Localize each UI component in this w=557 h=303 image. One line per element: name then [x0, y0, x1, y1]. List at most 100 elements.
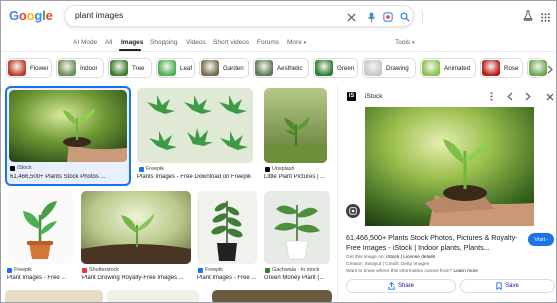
search-box[interactable]: plant images — [64, 5, 423, 27]
visit-button[interactable]: Visit › — [528, 233, 554, 246]
result-image-10[interactable] — [212, 290, 332, 302]
result-card-7[interactable]: Gachwala · In stock Green Money Plant (.… — [264, 189, 334, 285]
chip-thumbnail — [201, 60, 219, 76]
meta-value: Sarayut | Credit: Getty Images — [364, 262, 430, 267]
previous-arrow-icon[interactable] — [504, 91, 515, 102]
preview-image[interactable] — [365, 107, 534, 226]
result-caption-2[interactable]: Plants Images - Free Download on Freepik — [137, 174, 259, 180]
close-icon[interactable] — [544, 91, 555, 102]
result-caption-1[interactable]: 61,466,500+ Plants Stock Photos ... — [10, 174, 110, 180]
lens-icon[interactable] — [381, 10, 395, 24]
result-card-4[interactable]: Freepik Plant Images - Free ... — [5, 189, 75, 285]
chip-aesthetic[interactable]: Aesthetic — [253, 58, 309, 78]
visual-search-lens-icon[interactable] — [346, 204, 360, 218]
chip-flower[interactable]: Flower — [6, 58, 52, 78]
result-image-6[interactable] — [197, 191, 257, 264]
tab-ai-mode[interactable]: AI Mode — [73, 39, 97, 46]
save-label: Save — [505, 283, 519, 289]
share-icon — [388, 282, 395, 290]
result-caption-6[interactable]: Plant Images - Free ... — [197, 275, 257, 281]
gachwala-favicon-icon — [265, 267, 270, 273]
result-caption-4[interactable]: Plant Images - Free ... — [7, 275, 73, 281]
result-card-6[interactable]: Freepik Plant Images - Free ... — [197, 189, 259, 285]
result-source-2: Freepik — [139, 166, 164, 172]
result-image-3[interactable] — [264, 88, 327, 163]
result-image-2[interactable] — [137, 88, 253, 163]
chip-leaf[interactable]: Leaf — [156, 58, 195, 78]
chip-more[interactable] — [527, 58, 547, 78]
chip-garden[interactable]: Garden — [199, 58, 249, 78]
chip-drawing[interactable]: Drawing — [362, 58, 416, 78]
meta-label: Get this image on: — [346, 255, 387, 260]
learn-more-link[interactable]: Learn more — [454, 269, 479, 274]
freepik-favicon-icon — [198, 267, 203, 273]
result-card-5[interactable]: Shutterstock Plant Growing Royalty-Free … — [80, 189, 193, 285]
chevron-down-icon: ▾ — [412, 40, 415, 46]
tab-forums[interactable]: Forums — [257, 39, 279, 46]
result-image-4[interactable] — [7, 191, 73, 264]
next-arrow-icon[interactable] — [522, 91, 533, 102]
chip-thumbnail — [8, 60, 26, 76]
share-label: Share — [397, 283, 414, 289]
chip-thumbnail — [58, 60, 76, 76]
istock-logo: iS — [347, 92, 356, 101]
search-input[interactable]: plant images — [75, 10, 123, 20]
google-logo[interactable]: Google — [9, 8, 53, 23]
unsplash-favicon-icon — [265, 166, 270, 172]
tab-videos[interactable]: Videos — [186, 39, 206, 46]
result-image-8[interactable] — [5, 290, 103, 302]
chip-indoor[interactable]: Indoor — [56, 58, 104, 78]
panel-meta-creator: Creator: Sarayut | Credit: Getty Images — [346, 262, 429, 267]
share-button[interactable]: Share — [346, 279, 456, 293]
save-button[interactable]: Save — [460, 279, 555, 293]
result-source-label: Freepik — [14, 267, 32, 273]
preview-title[interactable]: 61,466,500+ Plants Stock Photos, Picture… — [346, 233, 521, 252]
result-caption-3[interactable]: Little Plant Pictures | ... — [264, 174, 332, 180]
result-image-5[interactable] — [81, 191, 191, 264]
browser-frame: Google plant images AI Mode All Images S… — [0, 0, 557, 303]
tools-button[interactable]: Tools ▾ — [395, 39, 415, 46]
image-preview-panel: iS iStock 61,466,500+ Plants Stock Photo… — [337, 86, 556, 302]
result-image-9[interactable] — [107, 290, 199, 302]
chip-thumbnail — [482, 60, 500, 76]
freepik-favicon-icon — [139, 166, 144, 172]
chip-rose[interactable]: Rose — [480, 58, 523, 78]
logo-letter: e — [45, 8, 53, 23]
close-icon[interactable] — [344, 10, 358, 24]
chip-green[interactable]: Green — [313, 58, 358, 78]
chip-label: Garden — [223, 64, 244, 72]
tab-shopping[interactable]: Shopping — [150, 39, 177, 46]
tab-short-videos[interactable]: Short videos — [213, 39, 249, 46]
tab-more-label: More — [287, 39, 302, 46]
logo-letter: o — [26, 8, 35, 23]
mic-icon[interactable] — [364, 10, 378, 24]
panel-meta-source: Get this image on: iStock | License deta… — [346, 255, 435, 260]
tab-more[interactable]: More ▾ — [287, 39, 306, 46]
result-card-1[interactable]: iStock 61,466,500+ Plants Stock Photos .… — [5, 86, 131, 186]
result-card-2[interactable]: Freepik Plants Images - Free Download on… — [137, 86, 261, 186]
panel-more-options-icon[interactable] — [486, 91, 497, 102]
tab-all[interactable]: All — [105, 39, 112, 46]
apps-grid-icon[interactable] — [541, 9, 550, 27]
chips-scroll-right-icon[interactable] — [544, 62, 556, 76]
freepik-favicon-icon — [7, 267, 12, 273]
result-image-1[interactable] — [9, 90, 127, 162]
shutterstock-favicon-icon — [82, 267, 87, 273]
labs-flask-icon[interactable] — [523, 8, 533, 26]
tab-images[interactable]: Images — [121, 39, 143, 46]
panel-meta-learn: Want to know where this information come… — [346, 269, 478, 274]
visit-label: Visit — [534, 236, 546, 243]
chip-tree[interactable]: Tree — [108, 58, 152, 78]
result-source-label: Freepik — [205, 267, 223, 273]
result-caption-5[interactable]: Plant Growing Royalty-Free Images ... — [82, 275, 192, 281]
search-icon[interactable] — [398, 10, 412, 24]
result-source-3: Unsplash — [265, 166, 294, 172]
panel-site-name[interactable]: iStock — [365, 93, 382, 100]
result-image-7[interactable] — [264, 191, 330, 264]
bookmark-icon — [496, 282, 502, 290]
result-card-3[interactable]: Unsplash Little Plant Pictures | ... — [264, 86, 334, 186]
result-caption-7[interactable]: Green Money Plant (... — [264, 275, 334, 281]
result-source-label: Gachwala · In stock — [272, 267, 320, 273]
chip-animated[interactable]: Animated — [420, 58, 476, 78]
meta-value-link[interactable]: iStock | License details — [386, 255, 435, 260]
